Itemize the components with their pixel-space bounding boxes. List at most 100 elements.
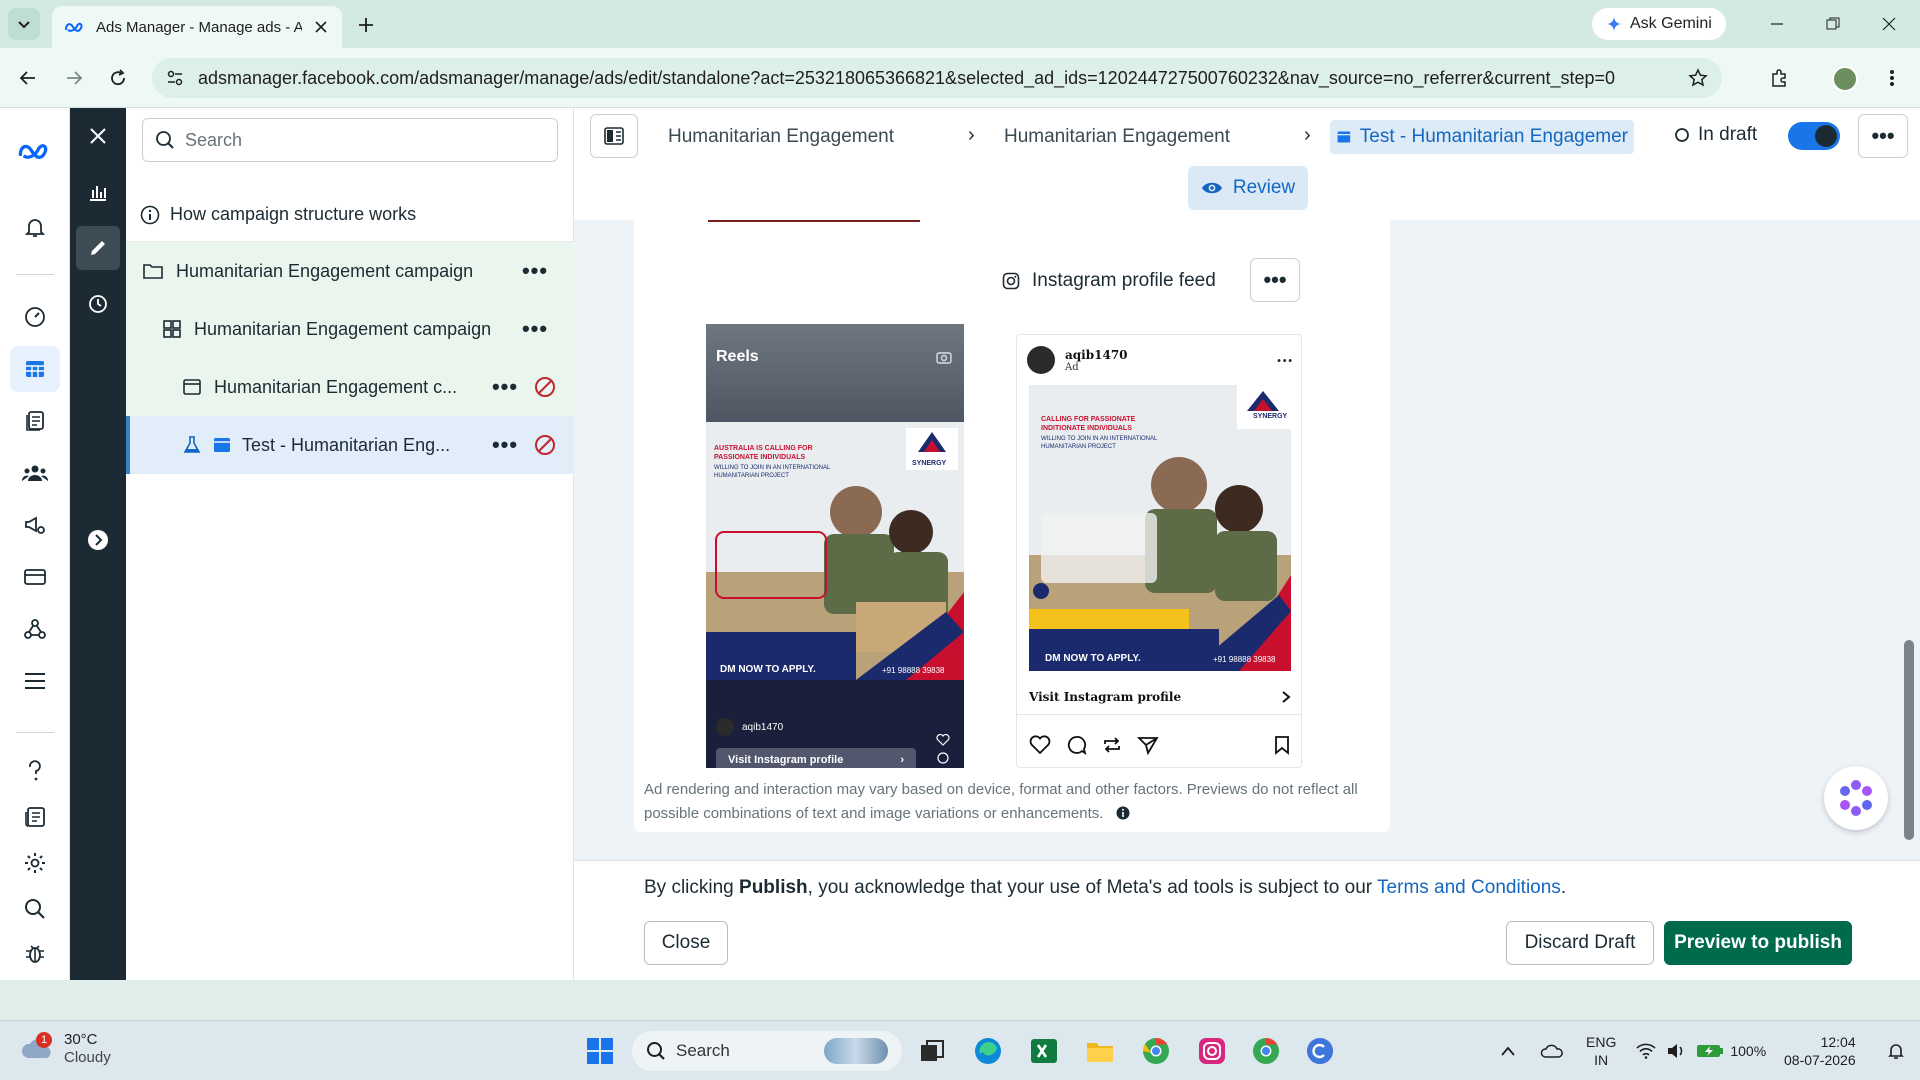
forward-button[interactable] — [58, 62, 90, 94]
notification-bell-icon[interactable] — [1886, 1041, 1906, 1061]
share-icon[interactable] — [1137, 735, 1159, 755]
comment-icon[interactable] — [1065, 735, 1087, 755]
review-button[interactable]: Review — [1188, 166, 1308, 210]
minimize-button[interactable] — [1754, 8, 1800, 40]
advertising-settings-button[interactable] — [10, 502, 60, 548]
report-bug-button[interactable] — [10, 930, 60, 976]
how-structure-works-link[interactable]: How campaign structure works — [126, 188, 574, 242]
terms-link[interactable]: Terms and Conditions — [1377, 877, 1561, 898]
expand-panel-button[interactable] — [76, 518, 120, 562]
comment-icon — [937, 752, 949, 764]
ad-brand-text: SYNERGY — [1253, 413, 1288, 420]
tree-item-test-ad[interactable]: Test - Humanitarian Eng... ••• — [126, 416, 574, 474]
page-scrollbar[interactable] — [1904, 640, 1914, 840]
discard-draft-button[interactable]: Discard Draft — [1506, 921, 1654, 965]
tab-close-icon[interactable] — [312, 18, 330, 36]
chrome-profile-app[interactable] — [1248, 1033, 1284, 1069]
chevron-right-circle-icon — [88, 530, 108, 550]
campaigns-button[interactable] — [10, 346, 60, 392]
canva-app[interactable] — [1302, 1033, 1338, 1069]
browser-menu-button[interactable] — [1876, 62, 1908, 94]
volume-icon[interactable] — [1666, 1043, 1686, 1059]
settings-button[interactable] — [10, 840, 60, 886]
more-options-icon[interactable]: ··· — [1276, 351, 1293, 370]
breadcrumb-ad[interactable]: Test - Humanitarian Engagemer — [1330, 120, 1634, 154]
extensions-button[interactable] — [1764, 62, 1796, 94]
restore-button[interactable] — [1810, 8, 1856, 40]
back-button[interactable] — [12, 62, 44, 94]
chevron-up-icon[interactable] — [1500, 1045, 1516, 1057]
task-view-button[interactable] — [914, 1033, 950, 1069]
tree-item-ad[interactable]: Humanitarian Engagement c... ••• — [126, 358, 574, 416]
placement-more-button[interactable]: ••• — [1250, 258, 1300, 302]
file-explorer-app[interactable] — [1082, 1033, 1118, 1069]
ad-on-off-toggle[interactable] — [1788, 122, 1840, 150]
billing-button[interactable] — [10, 554, 60, 600]
search-icon — [647, 1042, 665, 1060]
tree-item-adset[interactable]: Humanitarian Engagement campaign ••• — [126, 300, 574, 358]
preview-to-publish-button[interactable]: Preview to publish — [1664, 921, 1852, 965]
edit-tool-button[interactable] — [76, 226, 120, 270]
close-button[interactable]: Close — [644, 921, 728, 965]
site-settings-icon[interactable] — [166, 69, 184, 87]
help-button[interactable] — [10, 748, 60, 794]
status-circle-icon — [1675, 128, 1689, 142]
all-tools-button[interactable] — [10, 658, 60, 704]
bookmark-star-icon[interactable] — [1688, 68, 1708, 88]
ad-card-outline-icon — [183, 379, 201, 395]
weather-widget[interactable]: 1 30°C Cloudy — [20, 1031, 111, 1067]
search-tools-button[interactable] — [10, 886, 60, 932]
tab-search-button[interactable] — [8, 8, 40, 40]
excel-app[interactable] — [1026, 1033, 1062, 1069]
reports-button[interactable] — [10, 398, 60, 444]
new-tab-button[interactable] — [352, 12, 380, 38]
breadcrumb-campaign[interactable]: Humanitarian Engagement cam — [660, 120, 900, 154]
edge-app[interactable] — [970, 1033, 1006, 1069]
taskbar-search[interactable]: Search — [632, 1031, 902, 1071]
structure-search-input[interactable]: Search — [142, 118, 558, 162]
more-options-icon[interactable]: ••• — [490, 432, 520, 458]
ai-assistant-button[interactable] — [1824, 766, 1888, 830]
more-options-icon[interactable]: ••• — [520, 258, 550, 284]
header-more-button[interactable]: ••• — [1858, 114, 1908, 158]
ad-phone-text: +91 98888 39838 — [882, 666, 945, 675]
browser-toolbar: adsmanager.facebook.com/adsmanager/manag… — [0, 48, 1920, 108]
charts-tool-button[interactable] — [76, 170, 120, 214]
instagram-feed-post-preview[interactable]: aqib1470 Ad ··· SYNERGY CALLING FOR PASS… — [1016, 334, 1302, 768]
whats-new-button[interactable] — [10, 794, 60, 840]
close-editor-button[interactable] — [76, 114, 120, 158]
battery-charging-icon[interactable] — [1696, 1043, 1724, 1059]
tree-item-campaign[interactable]: Humanitarian Engagement campaign ••• — [126, 242, 574, 300]
notifications-button[interactable] — [10, 204, 60, 250]
history-tool-button[interactable] — [76, 282, 120, 326]
heart-icon[interactable] — [1029, 735, 1051, 755]
taskbar-clock[interactable]: 12:04 08-07-2026 — [1784, 1033, 1856, 1069]
audiences-button[interactable] — [10, 450, 60, 496]
post-visit-profile-link[interactable]: Visit Instagram profile — [1017, 679, 1301, 715]
reload-button[interactable] — [102, 62, 134, 94]
chrome-app-active[interactable] — [1138, 1033, 1174, 1069]
account-overview-button[interactable] — [10, 294, 60, 340]
bug-icon — [26, 945, 44, 963]
breadcrumb-adset[interactable]: Humanitarian Engagement cam — [996, 120, 1236, 154]
bookmark-icon[interactable] — [1273, 735, 1291, 755]
wifi-icon[interactable] — [1636, 1043, 1656, 1059]
language-indicator[interactable]: ENG IN — [1586, 1033, 1616, 1069]
close-window-button[interactable] — [1866, 8, 1912, 40]
instagram-app[interactable] — [1194, 1033, 1230, 1069]
reels-visit-profile-button[interactable]: Visit Instagram profile › — [716, 748, 916, 768]
onedrive-cloud-icon[interactable] — [1540, 1043, 1564, 1059]
info-filled-icon[interactable] — [1116, 806, 1130, 820]
meta-home-link[interactable] — [10, 128, 60, 174]
profile-avatar[interactable] — [1832, 66, 1858, 92]
start-button[interactable] — [582, 1033, 618, 1069]
repost-icon[interactable] — [1101, 735, 1123, 755]
toggle-sidebar-button[interactable] — [590, 114, 638, 158]
events-manager-button[interactable] — [10, 606, 60, 652]
browser-tab-active[interactable]: Ads Manager - Manage ads - A — [52, 6, 342, 48]
ask-gemini-button[interactable]: Ask Gemini — [1592, 8, 1726, 40]
more-options-icon[interactable]: ••• — [520, 316, 550, 342]
reels-preview[interactable]: Reels SYNERGY AUSTRALIA IS CALLING FOR P… — [706, 324, 964, 768]
address-bar[interactable]: adsmanager.facebook.com/adsmanager/manag… — [152, 58, 1722, 98]
more-options-icon[interactable]: ••• — [490, 374, 520, 400]
